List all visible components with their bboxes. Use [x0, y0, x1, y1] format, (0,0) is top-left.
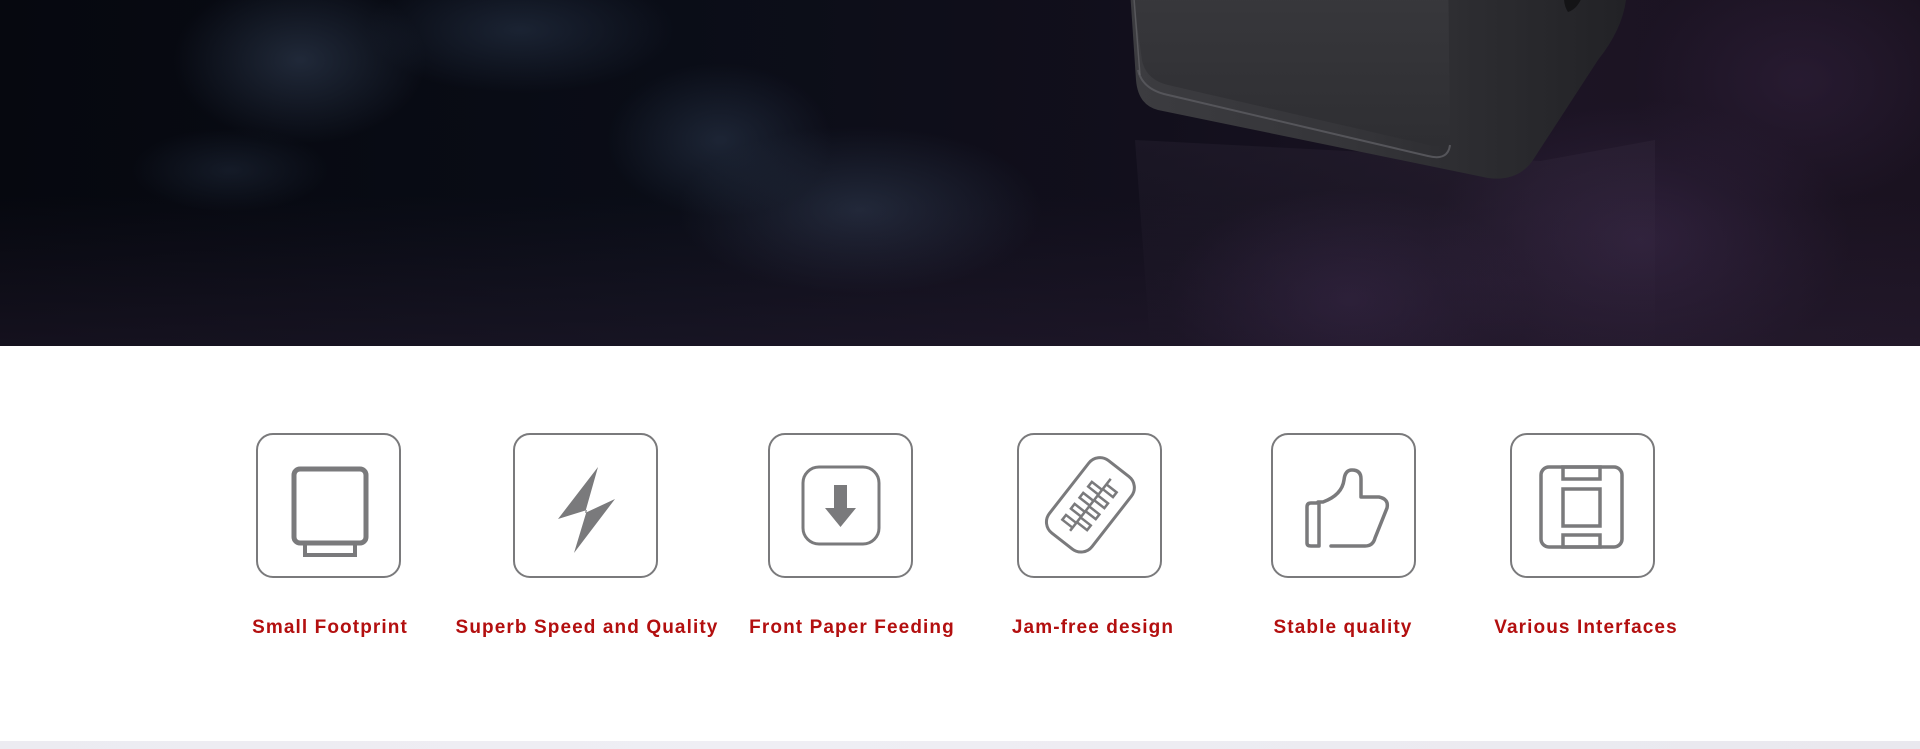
thumbs-up-icon — [1305, 468, 1390, 548]
feature-icon-box — [1510, 433, 1655, 578]
feature-label: Front Paper Feeding — [749, 617, 955, 638]
feature-icon-box — [256, 433, 401, 578]
feature-label: Small Footprint — [252, 617, 408, 638]
feature-icon-box — [513, 433, 658, 578]
feature-label: Jam-free design — [1011, 617, 1175, 638]
zipper-icon — [1044, 456, 1136, 554]
feature-label: Various Interfaces — [1494, 617, 1678, 638]
printer-image — [1130, 0, 1626, 179]
feature-icon-box — [1017, 433, 1162, 578]
section-divider-strip — [0, 741, 1920, 749]
feature-icon-box — [768, 433, 913, 578]
front-feed-arrow-icon — [801, 465, 881, 546]
lightning-bolt-icon — [558, 467, 615, 553]
feature-icon-box — [1271, 433, 1416, 578]
printer-footprint-icon — [291, 466, 369, 557]
interface-port-icon — [1539, 465, 1624, 549]
feature-label: Superb Speed and Quality — [455, 617, 719, 638]
feature-label: Stable quality — [1273, 617, 1413, 638]
features-section: Small Footprint Superb Speed and Quality… — [0, 346, 1920, 742]
hero-banner — [0, 0, 1920, 346]
